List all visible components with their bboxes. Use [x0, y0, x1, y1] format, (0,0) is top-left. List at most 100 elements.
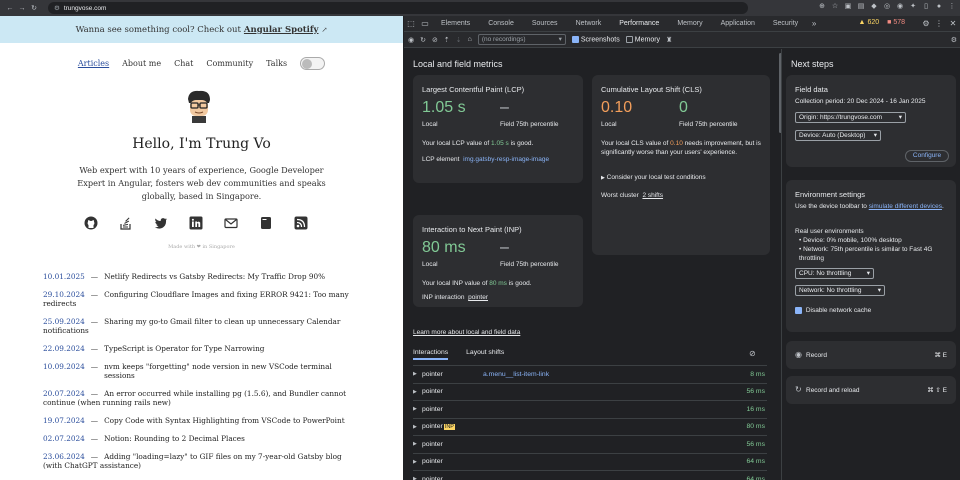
settings-gear-icon[interactable]: ⚙ [919, 16, 933, 32]
capture-settings-icon[interactable]: ⚙ [951, 36, 957, 44]
tab-security[interactable]: Security [764, 16, 807, 32]
recordings-dropdown[interactable]: (no recordings) ▾ [477, 34, 566, 45]
device-toolbar-icon[interactable]: ▭ [418, 16, 432, 32]
stackoverflow-icon[interactable] [119, 215, 133, 230]
rss-icon[interactable] [294, 215, 308, 230]
simulate-link[interactable]: simulate different devices [869, 203, 942, 210]
list-item[interactable]: 02.07.2024 — Notion: Rounding to 2 Decimal… [43, 434, 363, 443]
interaction-row[interactable]: ▶ pointer 64 ms [413, 470, 767, 480]
forward-icon[interactable]: → [16, 5, 28, 12]
memory-checkbox[interactable]: Memory [625, 35, 660, 43]
tab-interactions[interactable]: Interactions [413, 349, 449, 360]
post-title[interactable]: Adding "loading=lazy" to GIF files on my… [43, 452, 342, 470]
nav-talks[interactable]: Talks [266, 59, 287, 68]
post-title[interactable]: Notion: Rounding to 2 Decimal Places [104, 434, 245, 443]
tab-network[interactable]: Network [567, 16, 611, 32]
list-item[interactable]: 20.07.2024 — An error occurred while insta… [43, 389, 363, 407]
devtools-menu-icon[interactable]: ⋮ [932, 16, 946, 32]
network-dropdown[interactable]: Network: No throttling ▾ [795, 285, 885, 296]
back-icon[interactable]: ← [4, 5, 16, 12]
extension-icon[interactable]: ◆ [870, 3, 878, 11]
extension-icon[interactable]: ◉ [896, 3, 904, 11]
tab-elements[interactable]: Elements [432, 16, 479, 32]
interaction-row[interactable]: ▶ pointer 56 ms [413, 435, 767, 453]
address-bar[interactable]: ⚙ trungvose.com [48, 2, 748, 14]
list-item[interactable]: 10.09.2024 — nvm keeps "forgetting" node v… [43, 362, 363, 380]
learn-more-link[interactable]: Learn more about local and field data [413, 328, 520, 337]
origin-dropdown[interactable]: Origin: https://trungvose.com ▾ [795, 112, 906, 123]
site-info-icon[interactable]: ⚙ [54, 4, 60, 12]
interaction-target[interactable]: a.menu__list-item-link [483, 371, 549, 378]
interaction-row[interactable]: ▶ pointer 64 ms [413, 452, 767, 471]
more-tabs-icon[interactable]: » [807, 16, 821, 32]
record-reload-card[interactable]: ↻ Record and reload ⌘ ⇧ E [786, 376, 956, 404]
github-icon[interactable] [84, 215, 98, 230]
tab-application[interactable]: Application [712, 16, 764, 32]
list-item[interactable]: 22.09.2024 — TypeScript is Operator for Ty… [43, 344, 363, 353]
post-title[interactable]: Sharing my go-to Gmail filter to clean u… [43, 317, 340, 335]
screenshots-checkbox[interactable]: Screenshots [571, 35, 620, 43]
post-title[interactable]: nvm keeps "forgetting" node version in n… [104, 362, 363, 380]
reload-record-icon[interactable]: ↻ [420, 36, 426, 44]
list-item[interactable]: 29.10.2024 — Configuring Cloudflare Images… [43, 290, 363, 308]
clear-icon[interactable]: ⊘ [432, 36, 438, 44]
inp-interaction-link[interactable]: pointer [468, 294, 488, 301]
list-item[interactable]: 25.09.2024 — Sharing my go-to Gmail filter… [43, 317, 363, 335]
device-dropdown[interactable]: Device: Auto (Desktop) ▾ [795, 130, 881, 141]
tab-console[interactable]: Console [479, 16, 523, 32]
record-card[interactable]: ◉ Record ⌘ E [786, 341, 956, 369]
warning-count: ▲ 620 [858, 19, 880, 26]
bookmark-icon[interactable]: ☆ [831, 3, 839, 11]
reload-icon[interactable]: ↻ [28, 4, 40, 12]
interaction-row[interactable]: ▶ pointer 56 ms [413, 382, 767, 401]
nav-about[interactable]: About me [122, 59, 161, 68]
issue-counters[interactable]: ▲ 620 ■ 578 [859, 19, 905, 26]
list-item[interactable]: 10.01.2025 — Netlify Redirects vs Gatsby R… [43, 272, 363, 281]
theme-toggle[interactable] [300, 57, 326, 70]
tab-layout-shifts[interactable]: Layout shifts [466, 349, 504, 360]
upload-icon[interactable]: ⇡ [444, 36, 450, 44]
list-item[interactable]: 23.06.2024 — Adding "loading=lazy" to GIF … [43, 452, 363, 470]
close-devtools-icon[interactable]: ✕ [946, 16, 960, 32]
interaction-row[interactable]: ▶ pointer a.menu__list-item-link 8 ms [413, 365, 767, 383]
interaction-row[interactable]: ▶ pointer INP 80 ms [413, 417, 767, 436]
record-icon[interactable]: ◉ [408, 36, 414, 44]
tab-sources[interactable]: Sources [523, 16, 567, 32]
disable-cache-checkbox[interactable]: Disable network cache [795, 306, 871, 315]
menu-icon[interactable]: ⋮ [948, 3, 956, 11]
nav-articles[interactable]: Articles [78, 59, 109, 68]
blog-icon[interactable] [259, 215, 273, 229]
inspect-icon[interactable]: ⬚ [404, 16, 418, 32]
home-icon[interactable]: ⌂ [468, 36, 472, 43]
nav-chat[interactable]: Chat [174, 59, 193, 68]
tab-memory[interactable]: Memory [668, 16, 711, 32]
post-title[interactable]: Copy Code with Syntax Highlighting from … [104, 416, 345, 425]
sidepanel-icon[interactable]: ▯ [922, 3, 930, 11]
cpu-dropdown[interactable]: CPU: No throttling ▾ [795, 268, 874, 279]
profile-icon[interactable]: ● [935, 3, 943, 11]
tab-performance[interactable]: Performance [610, 16, 668, 32]
broom-icon[interactable]: ♜ [666, 36, 672, 44]
twitter-icon[interactable] [154, 215, 168, 229]
lcp-element-link[interactable]: img.gatsby-resp-image-image [463, 156, 549, 163]
banner-link[interactable]: Angular Spotify [244, 25, 319, 35]
extensions-puzzle-icon[interactable]: ✦ [909, 3, 917, 11]
extension-icon[interactable]: ▣ [844, 3, 852, 11]
list-item[interactable]: 19.07.2024 — Copy Code with Syntax Highlig… [43, 416, 363, 425]
consider-toggle[interactable]: ▶ Consider your local test conditions [601, 173, 706, 183]
nav-community[interactable]: Community [206, 59, 253, 68]
download-icon[interactable]: ⇣ [456, 36, 462, 44]
worst-cluster-link[interactable]: 2 shifts [642, 192, 663, 199]
extension-icon[interactable]: ▤ [857, 3, 865, 11]
post-title[interactable]: Netlify Redirects vs Gatsby Redirects: M… [104, 272, 325, 281]
post-title[interactable]: TypeScript is Operator for Type Narrowin… [104, 344, 264, 353]
email-icon[interactable] [224, 215, 238, 229]
post-title[interactable]: Configuring Cloudflare Images and fixing… [43, 290, 349, 308]
zoom-icon[interactable]: ⊕ [818, 3, 826, 11]
post-title[interactable]: An error occurred while installing pg (1… [43, 389, 346, 407]
interaction-row[interactable]: ▶ pointer 16 ms [413, 400, 767, 418]
configure-button[interactable]: Configure [905, 150, 949, 162]
linkedin-icon[interactable] [189, 215, 203, 230]
extension-icon[interactable]: ◎ [883, 3, 891, 11]
clear-interactions-icon[interactable]: ⊘ [749, 349, 756, 358]
